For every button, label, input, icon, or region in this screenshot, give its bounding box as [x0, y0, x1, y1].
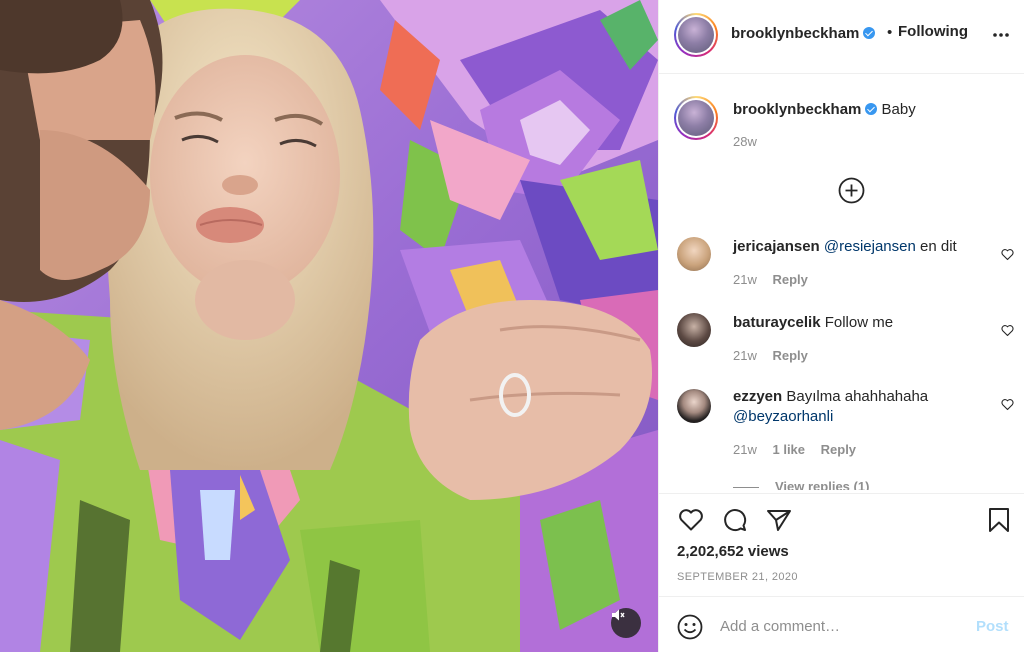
- comment-age[interactable]: 21w: [733, 348, 757, 363]
- heart-icon[interactable]: [1001, 248, 1014, 261]
- comment-like-count[interactable]: 1 like: [772, 442, 805, 457]
- view-count[interactable]: 2,202,652 views: [677, 543, 789, 560]
- reply-button[interactable]: Reply: [821, 442, 856, 457]
- more-options-icon[interactable]: [991, 27, 1011, 43]
- comment-body: Bayılma ahahhahaha: [786, 388, 929, 405]
- post-header: brooklynbeckham • Following: [659, 0, 1024, 74]
- heart-icon[interactable]: [1001, 324, 1014, 337]
- comment-input[interactable]: [720, 615, 960, 637]
- speaker-muted-icon: [612, 609, 625, 621]
- commenter-avatar[interactable]: [677, 313, 711, 347]
- comment-text: jericajansen @resiejansen en dit: [733, 237, 983, 257]
- commenter-username[interactable]: baturaycelik: [733, 314, 821, 331]
- post-actions: 2,202,652 views SEPTEMBER 21, 2020: [659, 493, 1024, 595]
- author-avatar[interactable]: [674, 13, 718, 57]
- reply-button[interactable]: Reply: [772, 272, 807, 287]
- comment-text: baturaycelik Follow me: [733, 313, 983, 333]
- commenter-username[interactable]: ezzyen: [733, 388, 782, 405]
- comment-meta: 21w Reply: [733, 272, 820, 287]
- following-button[interactable]: Following: [898, 23, 968, 40]
- comment-icon[interactable]: [721, 506, 749, 534]
- caption-avatar[interactable]: [674, 96, 718, 140]
- verified-badge-icon: [865, 103, 878, 115]
- comment-body: Follow me: [824, 314, 894, 331]
- commenter-avatar[interactable]: [677, 389, 711, 423]
- caption-username[interactable]: brooklynbeckham: [733, 101, 861, 118]
- post-sidebar: brooklynbeckham • Following brooklynbeck…: [658, 0, 1024, 652]
- comment-mention[interactable]: @beyzaorhanli: [733, 408, 833, 425]
- caption-body: Baby: [881, 101, 916, 118]
- share-icon[interactable]: [765, 506, 793, 534]
- comments-list[interactable]: jericajansen @resiejansen en dit 21w Rep…: [659, 235, 1024, 490]
- follow-separator: •: [887, 24, 893, 41]
- post-video[interactable]: [0, 0, 658, 652]
- caption-text: brooklynbeckham Baby: [733, 101, 916, 118]
- plus-circle-icon[interactable]: [838, 177, 865, 204]
- mute-toggle-button[interactable]: [611, 608, 641, 638]
- caption-timestamp[interactable]: 28w: [733, 134, 757, 149]
- post-date[interactable]: SEPTEMBER 21, 2020: [677, 571, 798, 583]
- comment-mention[interactable]: @resiejansen: [824, 238, 916, 255]
- replies-divider: [733, 487, 759, 489]
- commenter-username[interactable]: jericajansen: [733, 238, 820, 255]
- bookmark-icon[interactable]: [985, 506, 1013, 534]
- video-frame: [0, 0, 658, 652]
- comment-body: en dit: [915, 238, 957, 255]
- comment-age[interactable]: 21w: [733, 272, 757, 287]
- heart-icon[interactable]: [677, 506, 705, 534]
- comment-age[interactable]: 21w: [733, 442, 757, 457]
- verified-badge-icon: [863, 27, 876, 39]
- post-comment-button[interactable]: Post: [976, 618, 1009, 635]
- comment-meta: 21w 1 like Reply: [733, 442, 868, 457]
- emoji-icon[interactable]: [676, 613, 704, 641]
- view-replies-button[interactable]: View replies (1): [733, 479, 869, 490]
- commenter-avatar[interactable]: [677, 237, 711, 271]
- heart-icon[interactable]: [1001, 398, 1014, 411]
- reply-button[interactable]: Reply: [772, 348, 807, 363]
- author-username[interactable]: brooklynbeckham: [731, 25, 876, 42]
- comment-text: ezzyen Bayılma ahahhahaha @beyzaorhanli: [733, 387, 983, 427]
- comment-composer: Post: [659, 596, 1024, 652]
- comment-meta: 21w Reply: [733, 348, 820, 363]
